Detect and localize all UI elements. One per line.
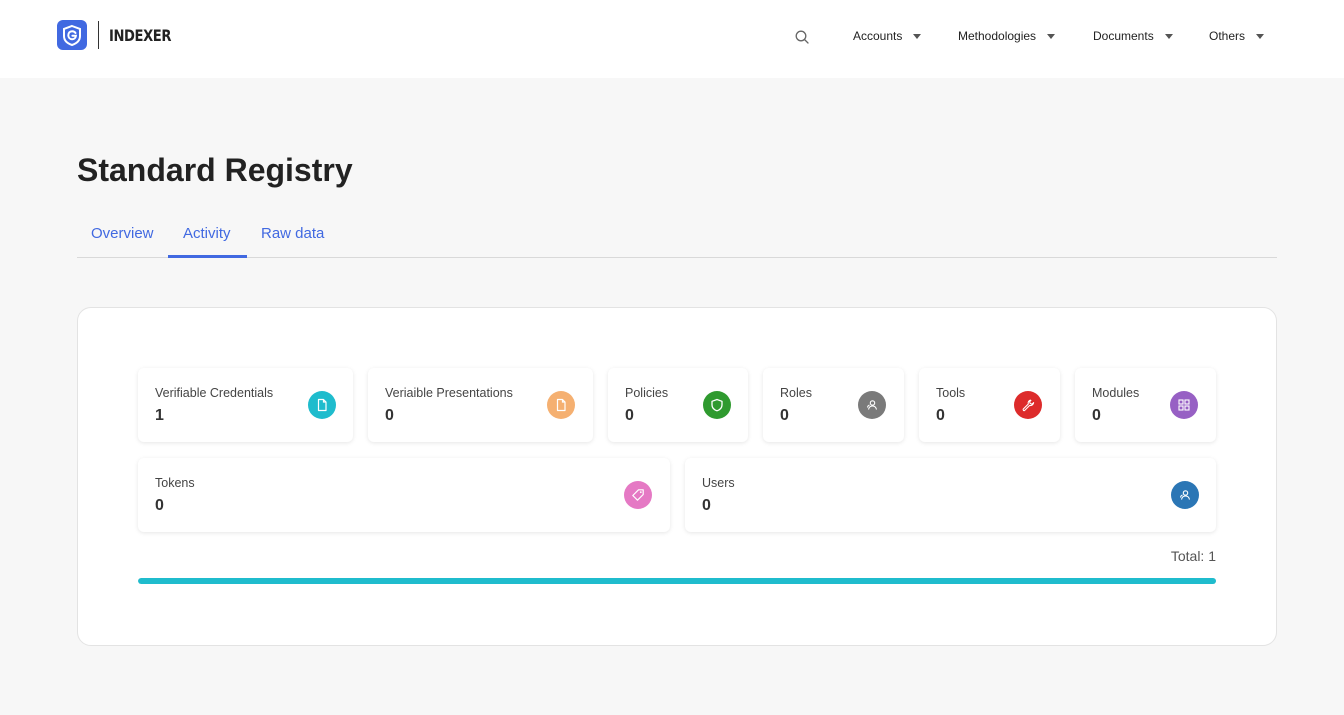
nav-documents[interactable]: Documents [1093, 27, 1173, 45]
stat-value: 0 [702, 497, 711, 514]
brand-logo[interactable]: INDEXER [57, 20, 185, 50]
stat-value: 0 [780, 407, 789, 424]
total-count: Total: 1 [1170, 548, 1216, 564]
stat-label: Policies [625, 386, 669, 400]
stat-label: Tools [936, 386, 966, 400]
total-progress-bar [138, 578, 1216, 584]
nav-methodologies[interactable]: Methodologies [958, 27, 1056, 45]
nav-others-label: Others [1209, 29, 1246, 43]
tab-activity[interactable]: Activity [183, 225, 231, 242]
chevron-down-icon [1047, 33, 1056, 39]
stat-card-verifiable-credentials[interactable]: Verifiable Credentials 1 [138, 368, 353, 442]
stat-value: 0 [155, 497, 164, 514]
stat-card-tokens[interactable]: Tokens 0 [138, 458, 670, 532]
active-tab-indicator [168, 255, 247, 258]
stat-value: 0 [1092, 407, 1101, 424]
stat-value: 0 [385, 407, 394, 424]
stat-label: Modules [1092, 386, 1140, 400]
modules-icon [1170, 391, 1198, 419]
nav-methodologies-label: Methodologies [958, 29, 1037, 43]
stat-label: Roles [780, 386, 812, 400]
stat-value: 0 [625, 407, 634, 424]
stat-card-verifiable-presentations[interactable]: Veriaible Presentations 0 [368, 368, 593, 442]
user-group-icon [858, 391, 886, 419]
stat-card-users[interactable]: Users 0 [685, 458, 1216, 532]
nav-others[interactable]: Others [1209, 27, 1265, 45]
tabs-divider [77, 257, 1277, 258]
stat-card-modules[interactable]: Modules 0 [1075, 368, 1216, 442]
document-icon [547, 391, 575, 419]
nav-documents-label: Documents [1093, 29, 1154, 43]
tab-overview[interactable]: Overview [91, 225, 154, 242]
stat-label: Veriaible Presentations [385, 386, 513, 400]
chevron-down-icon [913, 33, 922, 39]
stat-label: Verifiable Credentials [155, 386, 274, 400]
stat-value: 1 [155, 407, 164, 424]
logo-mark-icon [57, 20, 87, 50]
stat-card-tools[interactable]: Tools 0 [919, 368, 1060, 442]
stat-value: 0 [936, 407, 945, 424]
chevron-down-icon [1164, 33, 1173, 39]
brand-name: INDEXER [109, 25, 172, 45]
shield-icon [703, 391, 731, 419]
wrench-icon [1014, 391, 1042, 419]
nav-accounts[interactable]: Accounts [853, 27, 922, 45]
stat-card-policies[interactable]: Policies 0 [608, 368, 748, 442]
search-icon[interactable] [794, 29, 810, 45]
stat-label: Tokens [155, 476, 195, 490]
progress-fill [138, 578, 1216, 584]
chevron-down-icon [1256, 33, 1265, 39]
tab-raw-data[interactable]: Raw data [261, 225, 324, 242]
logo-divider [98, 21, 99, 49]
top-header: INDEXER Accounts Methodologies Documents… [0, 0, 1344, 78]
nav-accounts-label: Accounts [853, 29, 903, 43]
page-title: Standard Registry [77, 152, 353, 188]
tag-icon [624, 481, 652, 509]
document-icon [308, 391, 336, 419]
users-icon [1171, 481, 1199, 509]
stat-card-roles[interactable]: Roles 0 [763, 368, 904, 442]
stat-label: Users [702, 476, 735, 490]
